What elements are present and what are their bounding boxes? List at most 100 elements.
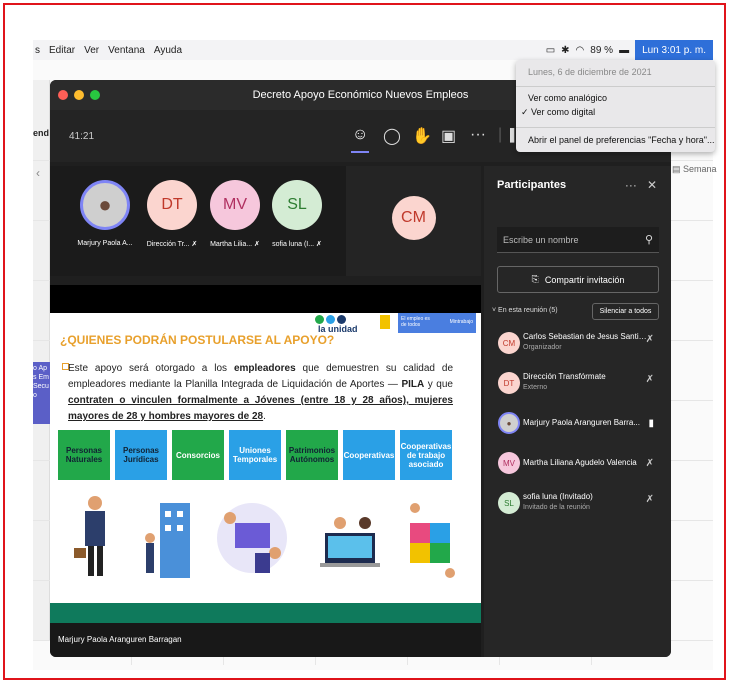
participant-role: Organizador <box>523 344 562 351</box>
category-box: Cooperativas <box>343 430 395 480</box>
menu-item[interactable]: s <box>35 45 40 56</box>
rooms-icon[interactable]: ▣ <box>441 126 456 146</box>
window-title: Decreto Apoyo Económico Nuevos Empleos <box>252 89 469 101</box>
participant-row[interactable]: DT Dirección Transfórmate Externo ✗ <box>498 368 668 408</box>
close-icon[interactable]: ✕ <box>647 178 657 192</box>
week-view-button[interactable]: ▤ Semana <box>672 164 717 175</box>
participant-name: Martha Lilia... ✗ <box>210 241 260 248</box>
participant-name: Dirección Transfórmate <box>523 372 606 381</box>
avatar: ● <box>498 412 520 434</box>
mic-off-icon[interactable]: ✗ <box>646 374 654 385</box>
panel-title: Participantes <box>497 179 567 191</box>
presenter-bar: Marjury Paola Aranguren Barragan <box>50 623 481 657</box>
current-date: Lunes, 6 de diciembre de 2021 <box>528 67 652 77</box>
participant-search-input[interactable]: Escribe un nombre ⚲ <box>497 227 659 253</box>
businessman-illustration <box>74 496 105 576</box>
participant-name: Carlos Sebastian de Jesus Santiz... <box>523 332 648 341</box>
participant-name: sofia luna (I... ✗ <box>272 241 322 248</box>
participant-tile[interactable]: SL sofia luna (I... ✗ <box>262 180 332 248</box>
avatar: ● <box>80 180 130 230</box>
participant-tile[interactable]: CM <box>346 166 481 276</box>
menu-ver[interactable]: Ver <box>84 45 99 56</box>
participant-role: Invitado de la reunión <box>523 504 590 511</box>
menu-ventana[interactable]: Ventana <box>108 45 145 56</box>
mute-all-button[interactable]: Silenciar a todos <box>592 303 659 320</box>
calendar-heading: end <box>33 128 50 138</box>
chat-icon[interactable]: ◯ <box>383 126 401 146</box>
participant-tile[interactable]: ● Marjury Paola A... <box>70 180 140 247</box>
battery-level[interactable]: 89 % <box>590 45 613 56</box>
menu-item-preferences[interactable]: Abrir el panel de preferencias "Fecha y … <box>528 135 715 145</box>
participant-name: Dirección Tr... ✗ <box>146 241 198 248</box>
meeting-timer: 41:21 <box>69 131 95 142</box>
chevron-left-icon[interactable]: ‹ <box>36 166 40 180</box>
shared-screen-slide: ¿QUIENES PODRÁN POSTULARSE AL APOYO? la … <box>50 313 481 623</box>
mic-off-icon[interactable]: ✗ <box>646 494 654 505</box>
participant-row[interactable]: MV Martha Liliana Agudelo Valencia ✗ <box>498 448 668 488</box>
calendar-icon: ▤ <box>672 164 684 174</box>
brand-dots <box>315 315 346 324</box>
category-box: Consorcios <box>172 430 224 480</box>
participants-panel: Participantes ··· ✕ Escribe un nombre ⚲ … <box>484 166 671 657</box>
category-boxes: Personas Naturales Personas Jurídicas Co… <box>58 430 452 480</box>
window-controls <box>58 90 100 100</box>
calendar-event[interactable]: o Ap s Em Secu o <box>33 362 51 424</box>
mic-off-icon[interactable]: ✗ <box>646 458 654 469</box>
battery-icon[interactable]: ▬ <box>619 45 629 56</box>
more-options-icon[interactable]: ··· <box>470 126 486 144</box>
participant-role: Externo <box>523 384 548 391</box>
avatar: DT <box>147 180 197 230</box>
mac-menubar: s Editar Ver Ventana Ayuda ▭ ✱ ◠ 89 % ▬ … <box>33 40 713 60</box>
avatar: MV <box>210 180 260 230</box>
category-box: Patrimonios Autónomos <box>286 430 338 480</box>
participant-name: Marjury Paola A... <box>77 240 133 247</box>
airplay-icon[interactable]: ▭ <box>546 45 555 56</box>
bluetooth-icon[interactable]: ✱ <box>561 45 569 56</box>
mic-off-icon: ✗ <box>191 241 198 248</box>
participant-row[interactable]: ● Marjury Paola Aranguren Barra... ▮ <box>498 408 668 448</box>
category-box: Personas Naturales <box>58 430 110 480</box>
puzzle-illustration <box>410 503 455 578</box>
wifi-icon[interactable]: ◠ <box>576 45 585 56</box>
in-meeting-section[interactable]: ˅ En esta reunión (5) <box>492 307 558 314</box>
toolbar-separator: | <box>498 126 503 143</box>
slide-title: ¿QUIENES PODRÁN POSTULARSE AL APOYO? <box>60 333 335 347</box>
presenter-name: Marjury Paola Aranguren Barragan <box>58 635 182 644</box>
avatar: SL <box>272 180 322 230</box>
slide-body-text: Este apoyo será otorgado a los empleador… <box>68 363 454 422</box>
participant-row[interactable]: CM Carlos Sebastian de Jesus Santiz... O… <box>498 328 668 368</box>
share-invite-button[interactable]: ⎘ Compartir invitación <box>497 266 659 293</box>
minimize-window-icon[interactable] <box>74 90 84 100</box>
menu-item-analog[interactable]: Ver como analógico <box>528 93 607 103</box>
participant-tile[interactable]: DT Dirección Tr... ✗ <box>137 180 207 248</box>
category-box: Cooperativas de trabajo asociado <box>400 430 452 480</box>
mic-off-icon[interactable]: ✗ <box>646 334 654 345</box>
menu-editar[interactable]: Editar <box>49 45 75 56</box>
building-illustration <box>145 503 190 578</box>
mic-on-icon[interactable]: ▮ <box>648 418 654 429</box>
avatar: MV <box>498 452 520 474</box>
team-illustration <box>217 503 287 573</box>
more-options-icon[interactable]: ··· <box>625 178 637 192</box>
person-photo-icon: ● <box>506 418 512 428</box>
menu-item-digital[interactable]: ✓ Ver como digital <box>521 107 595 118</box>
menu-ayuda[interactable]: Ayuda <box>154 45 182 56</box>
participants-icon[interactable]: ☺ <box>352 126 368 144</box>
clock-dropdown-menu: Lunes, 6 de diciembre de 2021 Ver como a… <box>516 60 715 152</box>
mic-off-icon: ✗ <box>254 241 260 248</box>
avatar: DT <box>498 372 520 394</box>
participant-tile[interactable]: MV Martha Lilia... ✗ <box>200 180 270 248</box>
office-illustration <box>320 517 380 567</box>
search-icon[interactable]: ⚲ <box>645 233 653 246</box>
menubar-clock[interactable]: Lun 3:01 p. m. <box>635 40 713 60</box>
slide-footer-bar <box>50 603 481 623</box>
ministry-banner: El empleo es de todos Mintrabajo <box>398 313 476 333</box>
avatar: CM <box>391 196 436 240</box>
share-icon: ⎘ <box>531 274 539 284</box>
coat-of-arms-icon <box>380 315 390 329</box>
reactions-icon[interactable]: ✋ <box>412 126 432 146</box>
participant-row[interactable]: SL sofia luna (Invitado) Invitado de la … <box>498 488 668 528</box>
avatar: CM <box>498 332 520 354</box>
close-window-icon[interactable] <box>58 90 68 100</box>
maximize-window-icon[interactable] <box>90 90 100 100</box>
